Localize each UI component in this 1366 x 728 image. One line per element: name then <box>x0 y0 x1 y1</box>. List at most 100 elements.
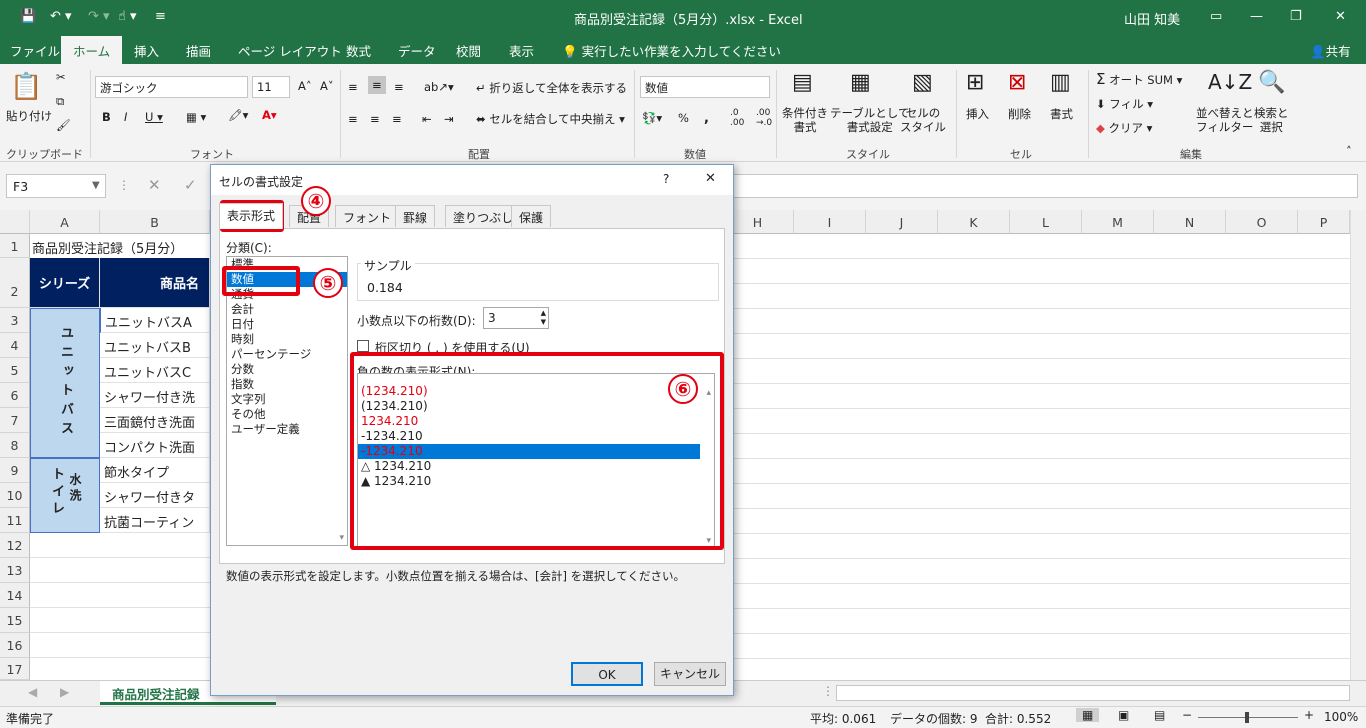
format-cells-button[interactable]: 書式 <box>1050 106 1073 122</box>
ribbon-display-icon[interactable]: ▭ <box>1210 9 1222 24</box>
undo-icon[interactable]: ↶ ▾ <box>50 9 72 24</box>
row-header[interactable]: 9 <box>0 458 30 483</box>
tab-view[interactable]: 表示 <box>509 41 534 60</box>
cell-b6[interactable]: シャワー付き洗 <box>100 383 210 408</box>
namebox-dropdown-icon[interactable]: ▼ <box>92 180 100 191</box>
sort-filter-icon[interactable]: A↓Z <box>1208 70 1252 94</box>
orientation-icon[interactable]: ab↗▾ <box>424 80 454 94</box>
tell-me-box[interactable]: 💡 実行したい作業を入力してください <box>562 41 781 60</box>
format-cells-icon[interactable]: ▥ <box>1050 70 1071 95</box>
underline-icon[interactable]: U ▾ <box>145 110 163 124</box>
spinner-arrows-icon[interactable]: ▲ ▼ <box>541 309 546 327</box>
row-header[interactable]: 13 <box>0 558 30 583</box>
zoom-level[interactable]: 100% <box>1324 710 1358 724</box>
row-header[interactable]: 8 <box>0 433 30 458</box>
select-all-corner[interactable] <box>0 210 30 234</box>
collapse-ribbon-icon[interactable]: ˄ <box>1346 144 1352 158</box>
list-item[interactable]: 文字列 <box>227 392 347 407</box>
tab-border[interactable]: 罫線 <box>395 205 436 227</box>
cell-b8[interactable]: コンパクト洗面 <box>100 433 210 458</box>
name-box[interactable]: F3 <box>6 174 106 198</box>
column-header-l[interactable]: L <box>1010 210 1082 234</box>
row-header[interactable]: 1 <box>0 234 30 258</box>
tab-review[interactable]: 校閲 <box>456 41 481 60</box>
row-header[interactable]: 2 <box>0 258 30 308</box>
zoom-thumb[interactable] <box>1245 712 1249 723</box>
table-format-icon[interactable]: ▦ <box>850 70 871 95</box>
conditional-format-button[interactable]: 条件付き 書式 <box>782 106 828 134</box>
column-header-o[interactable]: O <box>1226 210 1298 234</box>
column-header-p[interactable]: P <box>1298 210 1350 234</box>
row-header[interactable]: 7 <box>0 408 30 433</box>
number-format-combo[interactable]: 数値 <box>640 76 770 98</box>
separator-checkbox[interactable] <box>357 340 369 352</box>
grow-font-icon[interactable]: A˄ <box>298 79 312 93</box>
cell-b7[interactable]: 三面鏡付き洗面 <box>100 408 210 433</box>
scroll-down-icon[interactable]: ▾ <box>339 533 344 543</box>
tab-protection[interactable]: 保護 <box>511 205 552 227</box>
align-left-icon[interactable]: ≡ <box>348 112 358 126</box>
cell-b5[interactable]: ユニットバスC <box>100 358 210 383</box>
list-item[interactable]: その他 <box>227 407 347 422</box>
category-list[interactable]: 標準 数値 通貨 会計 日付 時刻 パーセンテージ 分数 指数 文字列 その他 … <box>226 256 348 546</box>
decrease-indent-icon[interactable]: ⇤ <box>422 112 432 126</box>
cell-a2[interactable]: シリーズ <box>30 258 100 308</box>
normal-view-icon[interactable]: ▦ <box>1076 708 1100 722</box>
insert-cells-button[interactable]: 挿入 <box>966 106 989 122</box>
bold-icon[interactable]: B <box>102 110 111 124</box>
column-header-n[interactable]: N <box>1154 210 1226 234</box>
column-header-j[interactable]: J <box>866 210 938 234</box>
next-sheet-icon[interactable]: ▶ <box>60 685 69 699</box>
list-item[interactable]: 時刻 <box>227 332 347 347</box>
font-color-icon[interactable]: A▾ <box>262 108 277 122</box>
list-item[interactable]: 指数 <box>227 377 347 392</box>
close-window-icon[interactable]: ✕ <box>1335 9 1346 24</box>
cell-style-icon[interactable]: ▧ <box>912 70 933 95</box>
column-header-b[interactable]: B <box>100 210 210 234</box>
dialog-close-icon[interactable]: ✕ <box>705 171 716 186</box>
align-center-icon[interactable]: ≡ <box>370 112 380 126</box>
autosum-button[interactable]: Σ オート SUM ▾ <box>1096 70 1182 88</box>
delete-cells-button[interactable]: 削除 <box>1008 106 1031 122</box>
user-name[interactable]: 山田 知美 <box>1124 9 1180 28</box>
page-layout-icon[interactable]: ▣ <box>1118 708 1129 722</box>
delete-cells-icon[interactable]: ⊠ <box>1008 70 1026 95</box>
insert-cells-icon[interactable]: ⊞ <box>966 70 984 95</box>
cancel-button[interactable]: キャンセル <box>654 662 726 686</box>
sort-filter-button[interactable]: 並べ替えと フィルター <box>1196 106 1254 134</box>
tab-home[interactable]: ホーム <box>61 36 123 64</box>
touch-mode-icon[interactable]: ☝ ▾ <box>118 9 137 24</box>
find-select-button[interactable]: 検索と 選択 <box>1254 106 1289 134</box>
italic-icon[interactable]: I <box>124 110 127 124</box>
vertical-scrollbar[interactable] <box>1350 210 1366 680</box>
row-header[interactable]: 17 <box>0 658 30 680</box>
format-painter-icon[interactable]: 🖌 <box>56 118 71 132</box>
cell-b9[interactable]: 節水タイプ <box>100 458 210 483</box>
find-icon[interactable]: 🔍 <box>1258 70 1285 95</box>
column-header-a[interactable]: A <box>30 210 100 234</box>
ok-button[interactable]: OK <box>571 662 643 686</box>
paste-icon[interactable]: 📋 <box>10 72 42 102</box>
conditional-format-icon[interactable]: ▤ <box>792 70 813 95</box>
redo-icon[interactable]: ↷ ▾ <box>88 9 110 24</box>
decimals-spinner[interactable]: 3 ▲ ▼ <box>483 307 549 329</box>
paste-button[interactable]: 貼り付け <box>6 108 52 124</box>
maximize-icon[interactable]: ❐ <box>1290 9 1302 24</box>
row-header[interactable]: 12 <box>0 533 30 558</box>
increase-decimal-icon[interactable]: .0.00 <box>730 108 744 128</box>
column-header-i[interactable]: I <box>794 210 866 234</box>
list-item[interactable]: 分数 <box>227 362 347 377</box>
row-header[interactable]: 3 <box>0 308 30 333</box>
zoom-out-icon[interactable]: − <box>1182 708 1192 722</box>
cell-b3[interactable]: ユニットバスA <box>100 308 210 333</box>
merge-center-button[interactable]: ⬌ セルを結合して中央揃え ▾ <box>476 111 625 127</box>
cell-b4[interactable]: ユニットバスB <box>100 333 210 358</box>
cell-b11[interactable]: 抗菌コーティン <box>100 508 210 533</box>
fill-color-icon[interactable]: 🖍▾ <box>228 108 248 122</box>
row-header[interactable]: 5 <box>0 358 30 383</box>
help-icon[interactable]: ? <box>663 172 669 186</box>
row-header[interactable]: 6 <box>0 383 30 408</box>
percent-icon[interactable]: % <box>678 111 689 125</box>
cancel-formula-icon[interactable]: ✕ <box>148 176 161 194</box>
list-item[interactable]: ユーザー定義 <box>227 422 347 437</box>
